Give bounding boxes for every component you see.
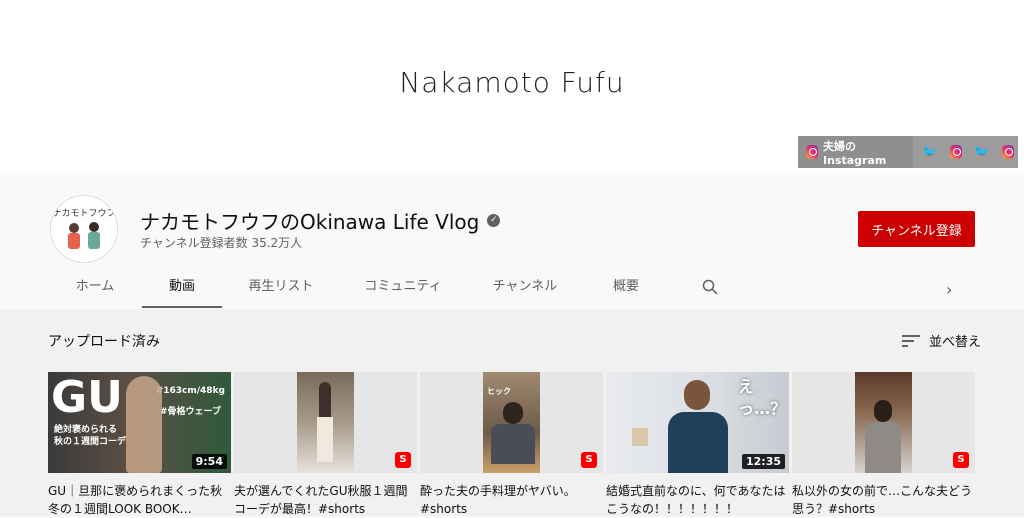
thumb-text: えっ…？ [738, 377, 787, 418]
subscriber-count: チャンネル登録者数 35.2万人 [140, 236, 303, 250]
sort-label: 並べ替え [929, 335, 982, 350]
video-card[interactable]: GU #163cm/48kg #骨格ウェーブ 絶対褒められる 秋の１週間コーデ … [48, 372, 231, 518]
sort-icon [902, 334, 920, 347]
channel-name-text: ナカモトフウフのOkinawa Life Vlog [140, 210, 480, 234]
thumb-text: ヒック [487, 387, 511, 396]
video-duration: 9:54 [191, 454, 227, 469]
thumb-person [126, 376, 162, 473]
thumb-caption2: 秋の１週間コーデ [54, 437, 127, 447]
tab-videos[interactable]: 動画 [142, 268, 222, 308]
video-title[interactable]: GU｜旦那に褒められまくった秋冬の１週間LOOK BOOK… [48, 482, 231, 518]
instagram-icon[interactable] [1001, 145, 1015, 159]
banner-title: Nakamoto Fufu [399, 66, 625, 99]
thumb-person [668, 380, 728, 473]
chevron-right-icon[interactable]: › [946, 280, 952, 299]
video-thumbnail[interactable]: GU #163cm/48kg #骨格ウェーブ 絶対褒められる 秋の１週間コーデ … [48, 372, 231, 473]
channel-name[interactable]: ナカモトフウフのOkinawa Life Vlog ✓ [140, 206, 501, 235]
video-duration: 12:35 [741, 454, 785, 469]
video-thumbnail[interactable]: ヒック S [420, 372, 603, 473]
channel-tabs: ホーム 動画 再生リスト コミュニティ チャンネル 概要 [48, 268, 668, 308]
video-title[interactable]: 結婚式直前なのに、何であなたはこうなの！！！！！！！ [606, 482, 789, 518]
thumb-image [297, 372, 354, 473]
video-title[interactable]: 酔った夫の手料理がヤバい。#shorts [420, 482, 603, 518]
tab-channels[interactable]: チャンネル [466, 268, 584, 308]
video-card[interactable]: ヒック S 酔った夫の手料理がヤバい。#shorts [420, 372, 603, 518]
thumb-image: ヒック [483, 372, 540, 473]
section-title: アップロード済み [48, 334, 160, 350]
banner-links: 夫婦のInstagram 🐦 🐦 [798, 136, 1018, 168]
banner-link-instagram-couple[interactable]: 夫婦のInstagram [798, 136, 914, 168]
twitter-icon[interactable]: 🐦 [974, 145, 990, 160]
sort-button[interactable]: 並べ替え [902, 331, 981, 350]
video-title[interactable]: 私以外の女の前で…こんな夫どう思う？#shorts [792, 482, 975, 518]
avatar-logo-text: ナカモトフウフ [52, 208, 115, 219]
tab-playlists[interactable]: 再生リスト [222, 268, 340, 308]
video-card[interactable]: S 夫が選んでくれたGU秋服１週間コーデが最高！#shorts [234, 372, 417, 518]
thumb-text-sub2: #骨格ウェーブ [159, 407, 221, 417]
instagram-icon [806, 145, 818, 159]
avatar-illustration: ナカモトフウフ [51, 196, 117, 262]
tab-about[interactable]: 概要 [584, 268, 668, 308]
shorts-icon: S [953, 452, 969, 468]
video-card[interactable]: S 私以外の女の前で…こんな夫どう思う？#shorts [792, 372, 975, 518]
tab-home[interactable]: ホーム [48, 268, 142, 308]
channel-avatar[interactable]: ナカモトフウフ [50, 195, 118, 263]
verified-check-icon: ✓ [487, 214, 501, 227]
shorts-icon: S [581, 452, 597, 468]
video-thumbnail[interactable]: S [234, 372, 417, 473]
banner-link-label: 夫婦のInstagram [822, 139, 887, 167]
video-thumbnail[interactable]: えっ…？ 12:35 [606, 372, 789, 473]
thumb-lamp [632, 428, 648, 446]
channel-banner: Nakamoto Fufu 夫婦のInstagram 🐦 🐦 [0, 0, 1024, 173]
instagram-icon[interactable] [949, 145, 962, 159]
thumb-text-sub: #163cm/48kg [155, 386, 225, 396]
shorts-icon: S [395, 452, 411, 468]
thumb-image [855, 372, 912, 473]
search-icon[interactable] [702, 279, 718, 295]
video-thumbnail[interactable]: S [792, 372, 975, 473]
thumb-text-main: GU [51, 372, 123, 423]
subscribe-button[interactable]: チャンネル登録 [858, 211, 975, 247]
video-card[interactable]: えっ…？ 12:35 結婚式直前なのに、何であなたはこうなの！！！！！！！ [606, 372, 789, 518]
twitter-icon[interactable]: 🐦 [921, 145, 937, 160]
tab-community[interactable]: コミュニティ [340, 268, 466, 308]
video-title[interactable]: 夫が選んでくれたGU秋服１週間コーデが最高！#shorts [234, 482, 417, 518]
